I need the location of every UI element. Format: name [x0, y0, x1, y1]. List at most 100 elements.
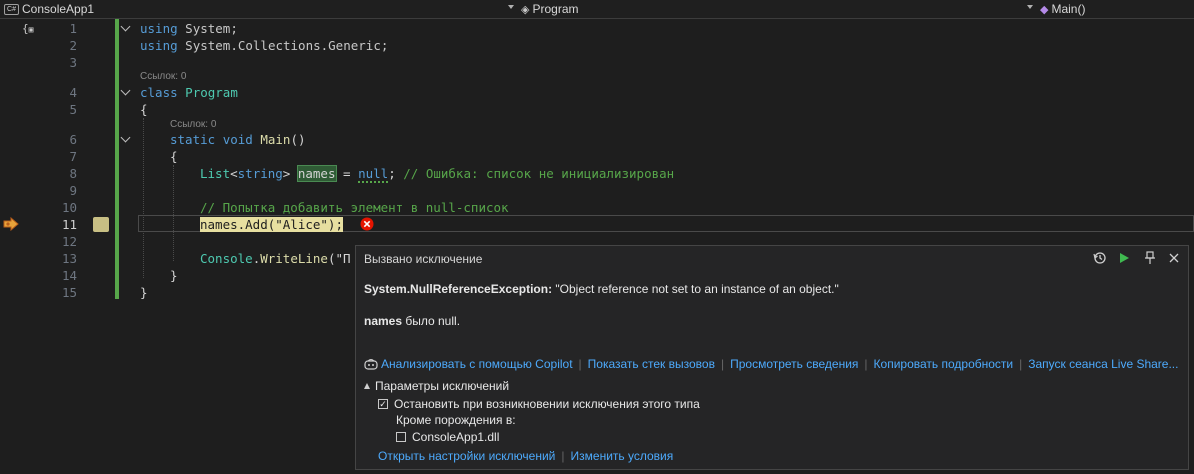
exception-settings-header: Параметры исключений: [375, 379, 510, 393]
class-name: Console: [200, 251, 253, 266]
exception-text: "Object reference not set to an instance…: [552, 282, 839, 296]
null-info-text: было null.: [402, 314, 461, 328]
execution-pointer-icon: [3, 217, 19, 231]
pin-icon[interactable]: [1142, 250, 1158, 266]
view-details-link[interactable]: Просмотреть сведения: [730, 357, 858, 371]
chevron-down-icon: [508, 5, 514, 9]
code-line-14[interactable]: }: [170, 267, 178, 284]
fold-chevron-icon[interactable]: [120, 85, 131, 96]
code-line-7[interactable]: {: [170, 148, 178, 165]
edit-conditions-link[interactable]: Изменить условия: [571, 449, 674, 463]
references-codelens[interactable]: Ссылок: 0: [170, 119, 216, 130]
code-line-15[interactable]: }: [140, 284, 148, 301]
comment: // Ошибка: список не инициализирован: [395, 166, 675, 181]
copilot-icon: [364, 358, 378, 371]
code-line-10-comment[interactable]: // Попытка добавить элемент в null-списо…: [200, 199, 509, 216]
separator: |: [720, 357, 725, 371]
code-line-4[interactable]: class Program: [140, 84, 238, 101]
open-exception-settings-link[interactable]: Открыть настройки исключений: [378, 449, 555, 463]
indent-guide: [143, 118, 144, 278]
separator: |: [1019, 357, 1023, 371]
code-line-1[interactable]: using System;: [140, 20, 238, 37]
break-when-thrown-option[interactable]: ✓ Остановить при возникновении исключени…: [378, 397, 700, 411]
keyword: string: [237, 166, 283, 181]
type-name: List: [200, 166, 231, 181]
line-number: 12: [61, 234, 77, 249]
module-label: ConsoleApp1.dll: [412, 430, 500, 444]
current-statement: names.Add("Alice");: [200, 217, 343, 232]
line-number-current: 11: [61, 217, 77, 232]
line-number: 5: [69, 102, 77, 117]
break-when-thrown-label: Остановить при возникновении исключения …: [394, 397, 700, 411]
line-number: 10: [61, 200, 77, 215]
analyze-with-copilot-link[interactable]: Анализировать с помощью Copilot: [381, 357, 573, 371]
line-number: 9: [69, 183, 77, 198]
code-line-11[interactable]: names.Add("Alice");: [200, 216, 343, 233]
changes-indicator-bar: [115, 19, 119, 299]
null-info: names было null.: [364, 314, 460, 328]
error-icon[interactable]: [360, 217, 374, 231]
method-name: Main: [260, 132, 291, 147]
close-icon[interactable]: [1166, 250, 1182, 266]
line-number: 6: [69, 132, 77, 147]
continue-icon[interactable]: [1116, 250, 1132, 266]
keyword: void: [222, 132, 253, 147]
code-line-5[interactable]: {: [140, 101, 148, 118]
exception-type: System.NullReferenceException:: [364, 282, 553, 296]
collapse-triangle-icon: [364, 383, 370, 389]
quick-actions-icon[interactable]: [93, 217, 109, 232]
keyword: class: [140, 85, 178, 100]
references-codelens[interactable]: Ссылок: 0: [140, 71, 186, 82]
fold-chevron-icon[interactable]: [120, 21, 131, 32]
keyword: null: [358, 166, 389, 183]
except-from-label: Кроме порождения в:: [396, 413, 516, 427]
action-links: Анализировать с помощью Copilot | Показа…: [364, 357, 1178, 371]
code-line-2[interactable]: using System.Collections.Generic;: [140, 37, 388, 54]
exception-settings-toggle[interactable]: Параметры исключений: [364, 379, 509, 393]
fold-chevron-icon[interactable]: [120, 132, 131, 143]
line-number: 4: [69, 85, 77, 100]
punctuation: (): [290, 132, 306, 147]
csharp-project-icon: C#: [4, 3, 19, 15]
popup-title: Вызвано исключение: [364, 252, 483, 266]
namespace: System.Collections.Generic;: [185, 38, 389, 53]
line-number: 14: [61, 268, 77, 283]
module-checkbox[interactable]: [396, 432, 406, 442]
class-dropdown[interactable]: ◈ Program: [521, 0, 1035, 18]
module-option[interactable]: ConsoleApp1.dll: [396, 430, 499, 444]
punctuation: >: [282, 166, 291, 181]
namespace: System;: [185, 21, 238, 36]
line-number: 13: [61, 251, 77, 266]
history-icon[interactable]: [1092, 250, 1108, 266]
class-name: Program: [532, 2, 579, 16]
separator: |: [578, 357, 582, 371]
member-name: Main(): [1051, 2, 1086, 16]
member-dropdown[interactable]: ◆ Main(): [1040, 0, 1194, 18]
show-call-stack-link[interactable]: Показать стек вызовов: [588, 357, 715, 371]
separator: |: [561, 449, 565, 463]
operator: =: [335, 166, 359, 181]
footer-links: Открыть настройки исключений | Изменить …: [378, 449, 673, 463]
line-number: 2: [69, 38, 77, 53]
indent-guide: [173, 165, 174, 261]
live-share-link[interactable]: Запуск сеанса Live Share...: [1028, 357, 1178, 371]
class-name: Program: [185, 85, 238, 100]
break-when-thrown-checkbox[interactable]: ✓: [378, 399, 388, 409]
keyword: using: [140, 21, 178, 36]
separator: |: [864, 357, 868, 371]
code-line-13[interactable]: Console.WriteLine("П: [200, 250, 351, 267]
navigation-bar: C# ConsoleApp1 ◈ Program ◆ Main(): [0, 0, 1194, 19]
class-icon: ◈: [521, 3, 530, 16]
project-dropdown[interactable]: C# ConsoleApp1: [0, 0, 516, 18]
code-line-8[interactable]: List<string> names = null; // Ошибка: сп…: [200, 165, 675, 183]
chevron-down-icon: [1027, 5, 1033, 9]
scope-braces-icon: {▣: [22, 22, 34, 35]
project-name: ConsoleApp1: [22, 2, 95, 16]
variable-highlighted: names: [296, 165, 337, 182]
exception-message: System.NullReferenceException: "Object r…: [364, 282, 839, 296]
copy-details-link[interactable]: Копировать подробности: [874, 357, 1014, 371]
code-line-6[interactable]: static void Main(): [170, 131, 306, 148]
line-number: 15: [61, 285, 77, 300]
code-fragment: ("П: [327, 251, 351, 266]
keyword: using: [140, 38, 178, 53]
